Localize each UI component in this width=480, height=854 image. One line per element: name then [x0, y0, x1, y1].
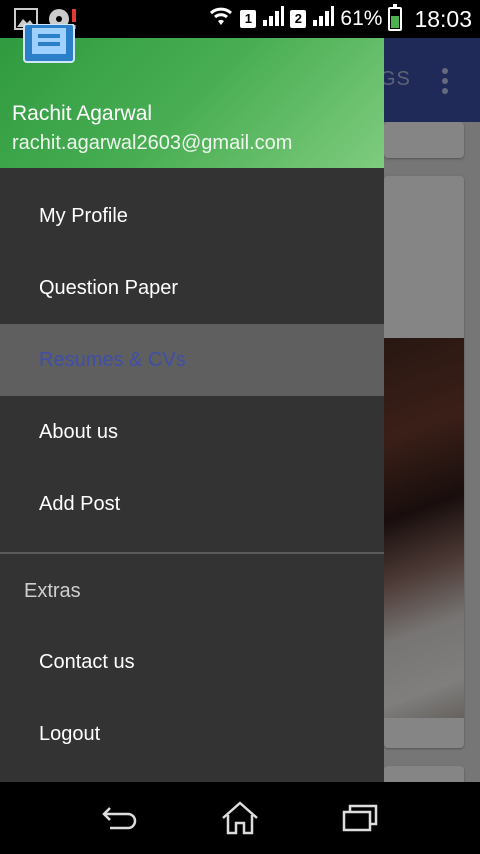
recent-apps-icon[interactable] — [340, 800, 380, 836]
drawer-scrim[interactable] — [384, 38, 480, 782]
battery-percent: 61% — [340, 7, 383, 30]
wifi-icon — [208, 5, 234, 33]
menu-item-question-paper[interactable]: Question Paper — [0, 252, 384, 324]
system-nav-bar — [0, 782, 480, 854]
drawer-header: Rachit Agarwal rachit.agarwal2603@gmail.… — [0, 23, 384, 168]
back-icon[interactable] — [100, 800, 140, 836]
sim1-badge: 1 — [240, 10, 257, 28]
sim2-badge: 2 — [290, 10, 307, 28]
menu-item-logout[interactable]: Logout — [0, 698, 384, 770]
battery-icon — [388, 4, 403, 31]
menu-item-add-post[interactable]: Add Post — [0, 468, 384, 540]
user-email: rachit.agarwal2603@gmail.com — [12, 132, 293, 154]
section-label-extras: Extras — [24, 580, 81, 602]
menu-item-my-profile[interactable]: My Profile — [0, 180, 384, 252]
navigation-drawer: Rachit Agarwal rachit.agarwal2603@gmail.… — [0, 23, 384, 782]
user-name: Rachit Agarwal — [12, 102, 153, 125]
sim2-signal-icon — [312, 5, 335, 33]
battery-level — [391, 15, 400, 28]
app-logo-icon — [22, 23, 76, 64]
sim1-signal-icon — [262, 5, 285, 33]
menu-item-resumes-cvs[interactable]: Resumes & CVs — [0, 324, 384, 396]
clock: 18:03 — [414, 5, 472, 32]
menu-item-contact-us[interactable]: Contact us — [0, 626, 384, 698]
menu-item-about-us[interactable]: About us — [0, 396, 384, 468]
home-icon[interactable] — [220, 800, 260, 836]
menu-divider — [0, 552, 384, 554]
